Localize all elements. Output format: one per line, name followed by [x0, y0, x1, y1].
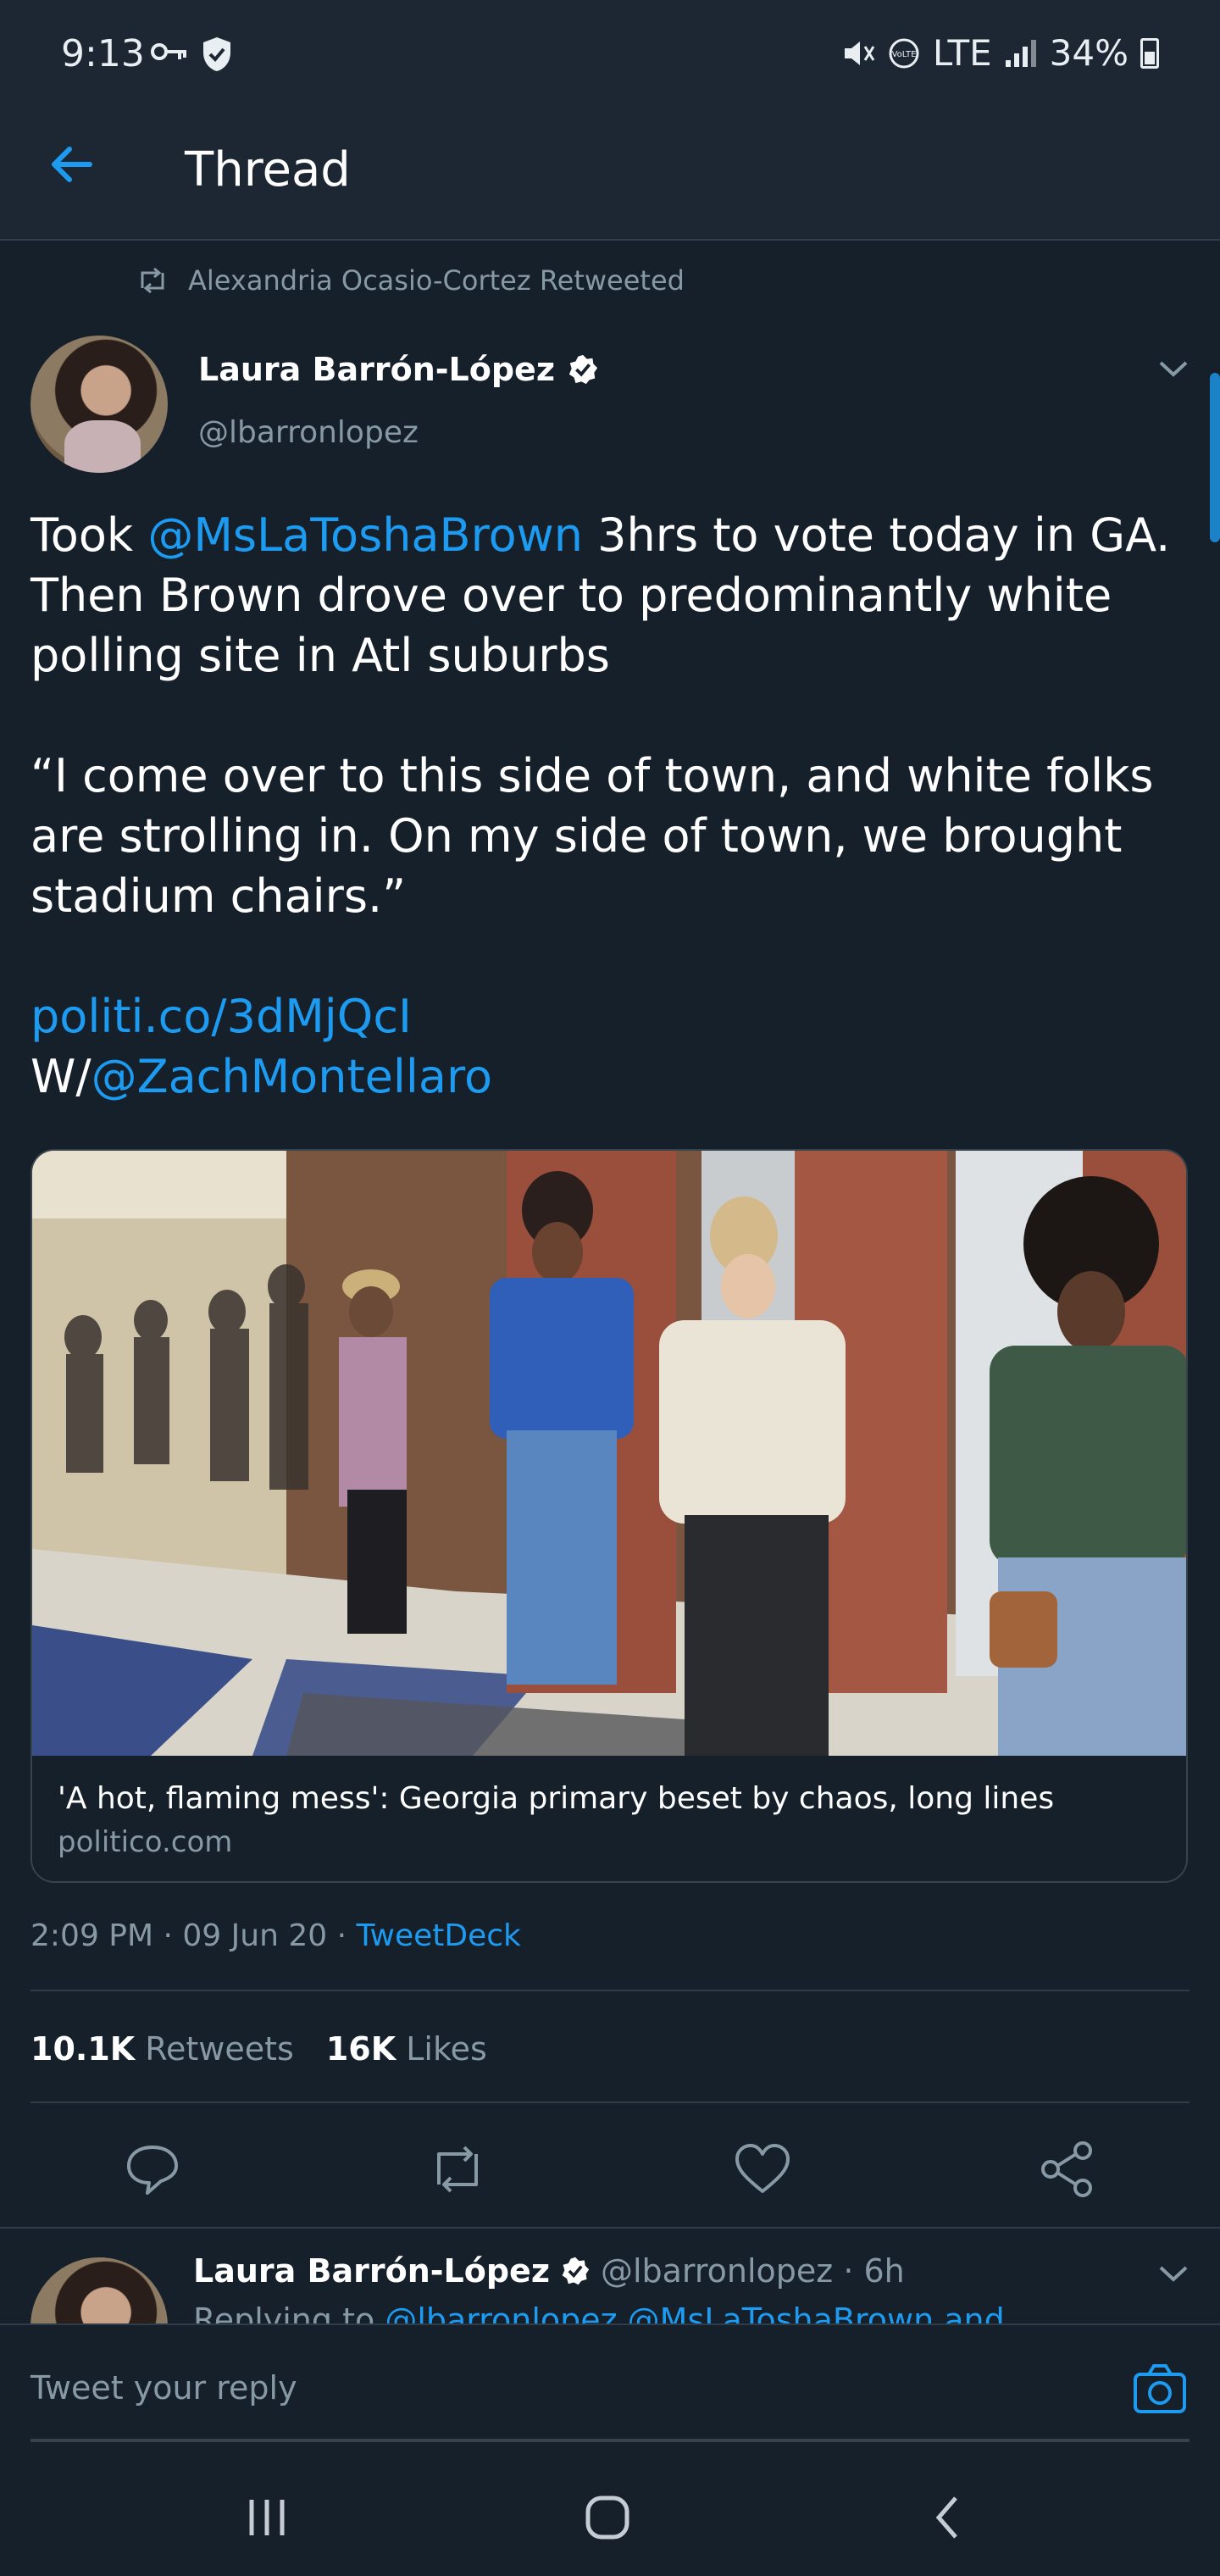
- camera-icon[interactable]: [1130, 2359, 1190, 2418]
- divider: [30, 2101, 1190, 2103]
- retweets-count: 10.1K: [30, 2030, 136, 2068]
- tweet-paragraph-1: Took @MsLaToshaBrown 3hrs to vote today …: [30, 505, 1200, 686]
- status-bar: 9:13 VoLTE LTE 34%: [0, 0, 1220, 95]
- card-title: 'A hot, flaming mess': Georgia primary b…: [58, 1781, 1055, 1816]
- reply-composer: Tweet your reply: [0, 2323, 1220, 2457]
- reply-input[interactable]: Tweet your reply: [30, 2369, 297, 2407]
- divider: [30, 1990, 1190, 1991]
- chevron-down-icon[interactable]: [1152, 2257, 1195, 2291]
- link-card[interactable]: 'A hot, flaming mess': Georgia primary b…: [30, 1149, 1188, 1883]
- back-arrow-icon[interactable]: [47, 139, 98, 190]
- reply-icon[interactable]: [119, 2135, 186, 2203]
- key-icon: [151, 43, 186, 60]
- reply-header[interactable]: Laura Barrón-López @lbarronlopez · 6h: [193, 2252, 905, 2290]
- network-type: LTE: [932, 32, 992, 74]
- tweet-stats: 10.1K Retweets 16K Likes: [30, 2030, 487, 2068]
- mention-link[interactable]: @MsLaToshaBrown: [147, 508, 583, 562]
- tweet-link-line: politi.co/3dMjQcI: [30, 986, 1200, 1046]
- reply-author-name: Laura Barrón-López: [193, 2252, 550, 2290]
- card-caption: 'A hot, flaming mess': Georgia primary b…: [32, 1756, 1186, 1881]
- scrollbar[interactable]: [1210, 373, 1220, 542]
- text-segment: W/: [30, 1050, 92, 1103]
- divider: [0, 2227, 1220, 2229]
- tweet-with-line: W/@ZachMontellaro: [30, 1046, 1200, 1107]
- reply-author-handle: @lbarronlopez · 6h: [600, 2252, 905, 2290]
- retweeted-by-label: Alexandria Ocasio-Cortez Retweeted: [188, 264, 685, 297]
- status-time: 9:13: [61, 32, 145, 75]
- volte-icon: VoLTE: [889, 38, 919, 68]
- avatar[interactable]: [30, 336, 168, 473]
- tweet-paragraph-2: “I come over to this side of town, and w…: [30, 749, 1154, 923]
- home-icon[interactable]: [578, 2488, 637, 2547]
- tweet-meta: 2:09 PM · 09 Jun 20 · TweetDeck: [30, 1918, 521, 1953]
- author-handle: @lbarronlopez: [198, 415, 419, 450]
- mute-icon: [844, 41, 875, 65]
- author-name-row[interactable]: Laura Barrón-López: [198, 351, 599, 388]
- retweets-stat[interactable]: 10.1K Retweets: [30, 2030, 294, 2068]
- tweet-timestamp: 2:09 PM · 09 Jun 20 ·: [30, 1918, 357, 1953]
- url-link[interactable]: politi.co/3dMjQcI: [30, 990, 412, 1043]
- composer-underline: [30, 2439, 1190, 2442]
- article-photo: [32, 1151, 1186, 1756]
- likes-count: 16K: [325, 2030, 396, 2068]
- author-name: Laura Barrón-López: [198, 351, 555, 388]
- shield-icon: [203, 37, 230, 71]
- retweet-small-icon: [141, 268, 164, 293]
- mention-link[interactable]: @ZachMontellaro: [92, 1050, 492, 1103]
- share-icon[interactable]: [1034, 2135, 1101, 2203]
- text-segment: Took: [30, 508, 148, 562]
- retweeted-by: Alexandria Ocasio-Cortez Retweeted: [136, 264, 685, 297]
- tweet-text: Took @MsLaToshaBrown 3hrs to vote today …: [30, 505, 1200, 1107]
- verified-badge-icon: [562, 2257, 590, 2285]
- system-nav-bar: [0, 2456, 1220, 2576]
- like-icon[interactable]: [729, 2135, 796, 2203]
- signal-icon: [1005, 39, 1036, 67]
- status-right: VoLTE LTE 34%: [841, 32, 1159, 74]
- verified-badge-icon: [568, 354, 598, 385]
- retweet-icon[interactable]: [424, 2135, 491, 2203]
- likes-label: Likes: [406, 2030, 487, 2068]
- card-domain: politico.com: [58, 1825, 233, 1859]
- chevron-down-icon[interactable]: [1152, 353, 1195, 386]
- battery-icon: [1140, 37, 1159, 69]
- battery-percent: 34%: [1049, 32, 1128, 74]
- svg-text:VoLTE: VoLTE: [891, 50, 916, 59]
- likes-stat[interactable]: 16K Likes: [326, 2030, 487, 2068]
- retweets-label: Retweets: [145, 2030, 294, 2068]
- recents-icon[interactable]: [237, 2488, 297, 2547]
- tweet-source[interactable]: TweetDeck: [356, 1918, 520, 1953]
- page-title: Thread: [185, 142, 351, 197]
- back-nav-icon[interactable]: [918, 2488, 978, 2547]
- thread-header: Thread: [0, 95, 1220, 241]
